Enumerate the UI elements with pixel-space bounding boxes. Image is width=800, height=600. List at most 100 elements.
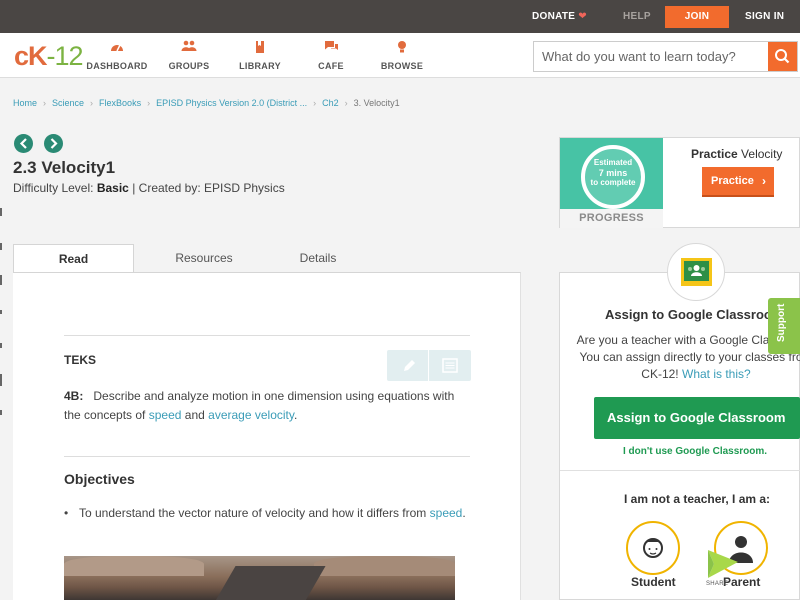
page-title: 2.3 Velocity1: [13, 158, 116, 177]
breadcrumb-current: 3. Velocity1: [353, 98, 400, 108]
support-tab[interactable]: Support: [768, 298, 800, 354]
breadcrumb-science[interactable]: Science: [52, 98, 84, 108]
people-icon: [688, 265, 705, 276]
library-icon: [225, 40, 295, 56]
donate-label: DONATE: [532, 11, 576, 22]
student-icon: [643, 538, 663, 558]
tab-resources[interactable]: Resources: [154, 244, 254, 273]
nav-groups[interactable]: GROUPS: [154, 40, 224, 71]
road-shape: [212, 566, 326, 600]
annotation-tools: [387, 350, 471, 381]
left-edge-mark: [0, 208, 2, 216]
estimated-mins: 7 mins: [598, 168, 628, 178]
teks-code: 4B:: [64, 389, 84, 403]
previous-button[interactable]: [14, 134, 33, 153]
sign-in-link[interactable]: SIGN IN: [745, 0, 784, 33]
search-box: [533, 41, 798, 72]
main-header: cK-12 DASHBOARD GROUPS LIBRARY CAFE BROW…: [0, 33, 800, 78]
nav-library-label: LIBRARY: [239, 61, 281, 71]
practice-card: Estimated 7 mins to complete PROGRESS Pr…: [559, 137, 800, 228]
google-classroom-description: Are you a teacher with a Google Classroo…: [576, 332, 800, 383]
notes-icon: [442, 358, 458, 373]
nav-cafe-label: CAFE: [318, 61, 344, 71]
desert-road-image: [64, 556, 455, 600]
nav-cafe[interactable]: CAFE: [296, 40, 366, 71]
objective-item: • To understand the vector nature of vel…: [64, 504, 479, 522]
teks-description: 4B: Describe and analyze motion in one d…: [64, 387, 474, 425]
tab-details[interactable]: Details: [268, 244, 368, 273]
objective-speed-link[interactable]: speed: [430, 506, 463, 520]
estimate-text: Estimated 7 mins to complete: [580, 158, 646, 188]
breadcrumb-chapter[interactable]: Ch2: [322, 98, 339, 108]
rock-shape: [314, 556, 455, 576]
divider: [64, 335, 470, 336]
search-input[interactable]: [534, 42, 770, 71]
search-icon: [775, 49, 790, 64]
support-label: Support: [776, 303, 787, 342]
share-icon[interactable]: [706, 548, 740, 580]
pencil-icon: [404, 360, 415, 371]
nav-library[interactable]: LIBRARY: [225, 40, 295, 71]
teks-period: .: [293, 408, 298, 422]
help-link[interactable]: HELP: [623, 0, 651, 33]
practice-button-label: Practice: [711, 175, 754, 187]
edit-button[interactable]: [387, 350, 429, 381]
google-classroom-icon: [681, 258, 712, 286]
progress-label: PROGRESS: [560, 209, 663, 228]
share-label: SHARE: [706, 581, 729, 587]
student-label: Student: [631, 575, 676, 589]
ck12-logo[interactable]: cK-12: [14, 41, 84, 72]
left-edge-mark: [0, 343, 2, 348]
what-is-this-link[interactable]: What is this?: [682, 367, 751, 381]
practice-heading-topic: Velocity: [741, 147, 783, 161]
dont-use-google-classroom-link[interactable]: I don't use Google Classroom.: [623, 446, 767, 457]
average-velocity-link[interactable]: average velocity: [208, 408, 294, 422]
practice-heading-bold: Practice: [691, 147, 738, 161]
breadcrumb-book[interactable]: EPISD Physics Version 2.0 (District ...: [156, 98, 307, 108]
donate-link[interactable]: DONATE ❤: [532, 0, 587, 33]
notes-button[interactable]: [429, 350, 471, 381]
nav-dashboard-label: DASHBOARD: [86, 61, 148, 71]
teks-heading: TEKS: [64, 353, 97, 367]
student-option[interactable]: [626, 521, 680, 575]
page-meta: Difficulty Level: Basic | Created by: EP…: [13, 181, 285, 195]
nav-groups-label: GROUPS: [168, 61, 210, 71]
breadcrumb-home[interactable]: Home: [13, 98, 37, 108]
nav-browse[interactable]: BROWSE: [367, 40, 437, 71]
left-edge-mark: [0, 410, 2, 415]
rock-shape: [64, 556, 204, 576]
left-edge-mark: [0, 275, 2, 285]
assign-google-classroom-button[interactable]: Assign to Google Classroom: [594, 397, 800, 439]
divider: [64, 456, 470, 457]
practice-button[interactable]: Practice ›: [702, 167, 774, 197]
chevron-left-icon: [19, 138, 27, 149]
dashboard-icon: [82, 40, 152, 56]
breadcrumb: Home › Science › FlexBooks › EPISD Physics Ver…: [13, 98, 400, 108]
left-edge-mark: [0, 374, 2, 386]
next-button[interactable]: [44, 134, 63, 153]
join-button[interactable]: JOIN: [665, 6, 729, 28]
left-edge-mark: [0, 310, 2, 314]
nav-dashboard[interactable]: DASHBOARD: [82, 40, 152, 71]
practice-progress-image: Estimated 7 mins to complete: [560, 138, 663, 209]
classroom-board: [684, 261, 709, 281]
tab-read[interactable]: Read: [13, 244, 134, 273]
heart-icon: ❤: [578, 11, 587, 22]
content-tabs: Read Resources Details: [13, 244, 521, 273]
bullet-icon: •: [64, 506, 69, 520]
to-complete-label: to complete: [590, 178, 636, 187]
top-utility-bar: DONATE ❤ HELP JOIN SIGN IN: [0, 0, 800, 33]
search-button[interactable]: [768, 42, 797, 71]
logo-ck: cK: [14, 41, 48, 71]
google-classroom-icon-wrap: [667, 243, 725, 301]
nav-browse-label: BROWSE: [380, 61, 424, 71]
breadcrumb-separator: ›: [90, 98, 94, 108]
logo-num: -12: [46, 41, 84, 71]
estimated-label: Estimated: [593, 158, 633, 167]
divider: [560, 470, 800, 471]
chevron-right-icon: ›: [762, 174, 766, 188]
breadcrumb-flexbooks[interactable]: FlexBooks: [99, 98, 141, 108]
objective-text: To understand the vector nature of veloc…: [79, 506, 427, 520]
breadcrumb-separator: ›: [43, 98, 47, 108]
speed-link[interactable]: speed: [149, 408, 182, 422]
